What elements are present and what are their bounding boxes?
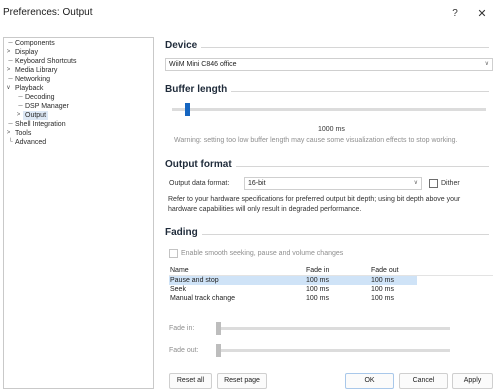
window-title: Preferences: Output <box>3 7 93 18</box>
enable-smooth-fading-checkbox[interactable] <box>169 249 178 258</box>
help-button[interactable]: ? <box>445 4 465 24</box>
tree-item-decoding[interactable]: ─ Decoding <box>4 93 153 102</box>
cancel-button[interactable]: Cancel <box>399 373 448 389</box>
output-format-note: hardware capabilities will only result i… <box>168 206 362 213</box>
chevron-right-icon[interactable]: > <box>15 111 22 120</box>
buffer-length-slider-thumb[interactable] <box>185 103 190 116</box>
preferences-tree: ─ Components > Display ─ Keyboard Shortcuts… <box>3 37 154 389</box>
section-divider <box>165 47 489 48</box>
chevron-down-icon: ∨ <box>413 180 418 186</box>
fade-out-label: Fade out: <box>169 347 199 354</box>
output-data-format-value: 16-bit <box>248 180 266 187</box>
dither-checkbox[interactable] <box>429 179 438 188</box>
chevron-right-icon[interactable]: > <box>5 129 12 138</box>
table-row[interactable]: Pause and stop 100 ms 100 ms <box>169 276 417 285</box>
tree-item-display[interactable]: > Display <box>4 48 153 57</box>
table-row[interactable]: Seek 100 ms 100 ms <box>169 285 493 294</box>
tree-item-dsp-manager[interactable]: ─ DSP Manager <box>4 102 153 111</box>
column-header-fade-out[interactable]: Fade out <box>371 266 399 275</box>
tree-item-playback[interactable]: ∨ Playback <box>4 84 153 93</box>
device-select-value: WiiM Mini C846 office <box>169 61 237 68</box>
chevron-down-icon[interactable]: ∨ <box>5 84 12 93</box>
column-header-fade-in[interactable]: Fade in <box>306 266 329 275</box>
dither-label: Dither <box>441 180 460 187</box>
buffer-length-heading: Buffer length <box>165 84 232 95</box>
table-cell: 100 ms <box>371 286 394 293</box>
enable-smooth-fading-label: Enable smooth seeking, pause and volume … <box>181 250 344 257</box>
table-cell: Pause and stop <box>170 277 219 284</box>
table-cell: 100 ms <box>371 295 394 302</box>
column-header-name[interactable]: Name <box>170 266 189 275</box>
tree-connector-icon: └ <box>8 139 13 145</box>
tree-connector-icon: ─ <box>18 94 23 100</box>
close-icon[interactable]: ✕ <box>472 4 492 24</box>
tree-item-output[interactable]: > Output <box>4 111 153 120</box>
table-cell: Manual track change <box>170 295 235 302</box>
fading-heading: Fading <box>165 227 202 238</box>
tree-item-networking[interactable]: ─ Networking <box>4 75 153 84</box>
table-cell: 100 ms <box>306 277 329 284</box>
output-format-heading: Output format <box>165 159 236 170</box>
fade-out-slider-thumb[interactable] <box>216 344 221 357</box>
ok-button[interactable]: OK <box>345 373 394 389</box>
tree-item-advanced[interactable]: └ Advanced <box>4 138 153 147</box>
fade-in-slider-thumb[interactable] <box>216 322 221 335</box>
tree-item-media-library[interactable]: > Media Library <box>4 66 153 75</box>
tree-item-components[interactable]: ─ Components <box>4 39 153 48</box>
buffer-length-value: 1000 ms <box>318 126 345 133</box>
buffer-length-warning: Warning: setting too low buffer length m… <box>174 137 458 144</box>
fade-out-slider[interactable] <box>216 349 450 352</box>
fading-table: Name Fade in Fade out Pause and stop 100… <box>169 266 493 303</box>
tree-item-shell-integration[interactable]: ─ Shell Integration <box>4 120 153 129</box>
tree-item-tools[interactable]: > Tools <box>4 129 153 138</box>
reset-all-button[interactable]: Reset all <box>169 373 212 389</box>
tree-connector-icon: ─ <box>8 76 13 82</box>
device-select[interactable]: WiiM Mini C846 office ∨ <box>165 58 493 71</box>
buffer-length-slider[interactable] <box>172 108 486 111</box>
tree-connector-icon: ─ <box>8 40 13 46</box>
tree-connector-icon: ─ <box>8 58 13 64</box>
fade-in-label: Fade in: <box>169 325 195 332</box>
output-data-format-label: Output data format: <box>169 180 230 187</box>
tree-item-keyboard-shortcuts[interactable]: ─ Keyboard Shortcuts <box>4 57 153 66</box>
table-row[interactable]: Manual track change 100 ms 100 ms <box>169 294 493 303</box>
tree-connector-icon: ─ <box>18 103 23 109</box>
title-bar: Preferences: Output ? ✕ <box>0 0 493 28</box>
table-header: Name Fade in Fade out <box>169 266 493 276</box>
output-data-format-select[interactable]: 16-bit ∨ <box>244 177 422 190</box>
chevron-right-icon[interactable]: > <box>5 48 12 57</box>
fade-in-slider[interactable] <box>216 327 450 330</box>
apply-button[interactable]: Apply <box>452 373 493 389</box>
device-heading: Device <box>165 40 202 51</box>
output-format-note: Refer to your hardware specifications fo… <box>168 196 461 203</box>
chevron-down-icon: ∨ <box>484 61 489 67</box>
tree-connector-icon: ─ <box>8 121 13 127</box>
table-cell: 100 ms <box>306 286 329 293</box>
table-cell: 100 ms <box>371 277 394 284</box>
reset-page-button[interactable]: Reset page <box>217 373 267 389</box>
table-cell: Seek <box>170 286 186 293</box>
table-cell: 100 ms <box>306 295 329 302</box>
chevron-right-icon[interactable]: > <box>5 66 12 75</box>
section-divider <box>165 234 489 235</box>
